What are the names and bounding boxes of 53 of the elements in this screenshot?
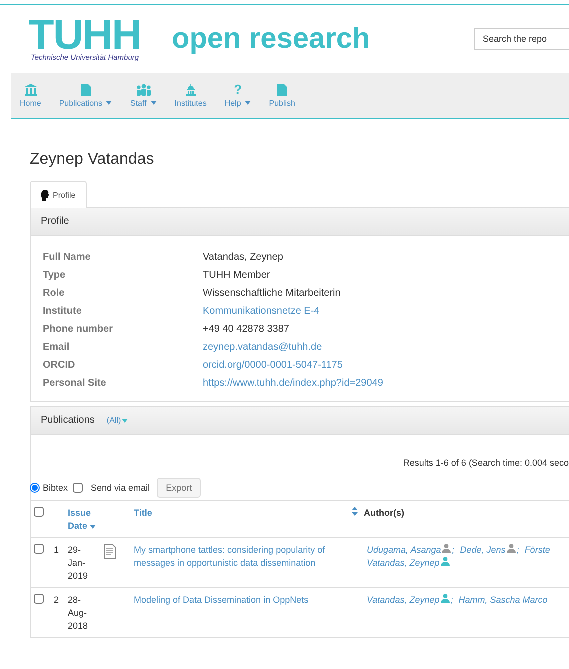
field-label: Full Name — [43, 252, 92, 263]
field-link[interactable]: zeynep.vatandas@tuhh.de — [203, 342, 557, 353]
author-link[interactable]: Udugama, Asanga — [367, 545, 442, 555]
filter-dropdown[interactable]: (All) — [106, 416, 128, 425]
issue-date: 28-Aug-2018 — [68, 594, 90, 633]
author-link[interactable]: Vatandas, Zeynep — [367, 558, 440, 568]
site-title: open research — [172, 22, 370, 56]
separator: ; — [450, 595, 454, 605]
author-link[interactable]: Förste — [524, 545, 550, 555]
publication-title-link[interactable]: My smartphone tattles: considering popularity of messages in opportunistic data dissemination — [134, 544, 358, 570]
field-label: Personal Site — [43, 378, 108, 389]
export-button[interactable]: Export — [157, 478, 202, 498]
page-title: Zeynep Vatandas — [30, 151, 156, 169]
column-header[interactable]: Title — [134, 507, 152, 533]
field-label: Type — [43, 270, 67, 281]
results-summary: Results 1-6 of 6 (Search time: 0.004 seco — [402, 457, 569, 470]
profile-tab[interactable]: Profile — [30, 181, 87, 208]
field-link[interactable]: Kommunikationsnetze E-4 — [203, 306, 557, 317]
search-field[interactable]: Search the repo — [474, 28, 569, 50]
field-label: Email — [43, 342, 71, 353]
author-link[interactable]: Vatandas, Zeynep — [367, 595, 440, 605]
nav-item[interactable]: Publications — [50, 84, 122, 108]
row-number: 2 — [51, 588, 65, 638]
field-label: Institute — [43, 306, 83, 317]
field-link[interactable]: https://www.tuhh.de/index.php?id=29049 — [203, 378, 557, 389]
panel-title: Profile — [41, 216, 70, 227]
field-label: Phone number — [43, 324, 114, 335]
nav-item[interactable]: ? Help — [216, 84, 260, 108]
publication-title-link[interactable]: Modeling of Data Dissemination in OppNets — [134, 594, 358, 607]
issue-date: 29-Jan-2019 — [68, 544, 90, 583]
nav-item[interactable]: Staff — [121, 84, 166, 108]
field-value: TUHH Member — [203, 270, 272, 281]
row-number: 1 — [51, 538, 65, 588]
field-value: Wissenschaftliche Mitarbeiterin — [203, 288, 342, 299]
field-link[interactable]: orcid.org/0000-0001-5047-1175 — [203, 360, 557, 371]
question-mark-icon: ? — [234, 84, 242, 96]
nav-item[interactable]: Home — [11, 84, 50, 108]
column-header[interactable]: Author(s) — [364, 508, 404, 518]
option-label: Bibtex — [43, 483, 68, 493]
field-label: ORCID — [43, 360, 76, 371]
column-header[interactable]: Issue Date — [68, 507, 102, 533]
logo-text[interactable]: TUHH — [28, 16, 142, 52]
field-value: Vatandas, Zeynep — [203, 252, 284, 263]
field-label: Role — [43, 288, 66, 299]
nav-item[interactable]: Institutes — [166, 84, 216, 108]
separator: ; — [516, 545, 520, 555]
panel-title: Publications — [41, 415, 95, 426]
author-link[interactable]: Hamm, Sascha Marco — [458, 595, 548, 605]
nav-item[interactable]: Publish — [260, 84, 305, 108]
separator: ; — [452, 545, 455, 555]
field-value: +49 40 42878 3387 — [203, 324, 290, 335]
option-label: Send via email — [91, 483, 150, 493]
author-link[interactable]: Dede, Jens — [460, 545, 506, 555]
